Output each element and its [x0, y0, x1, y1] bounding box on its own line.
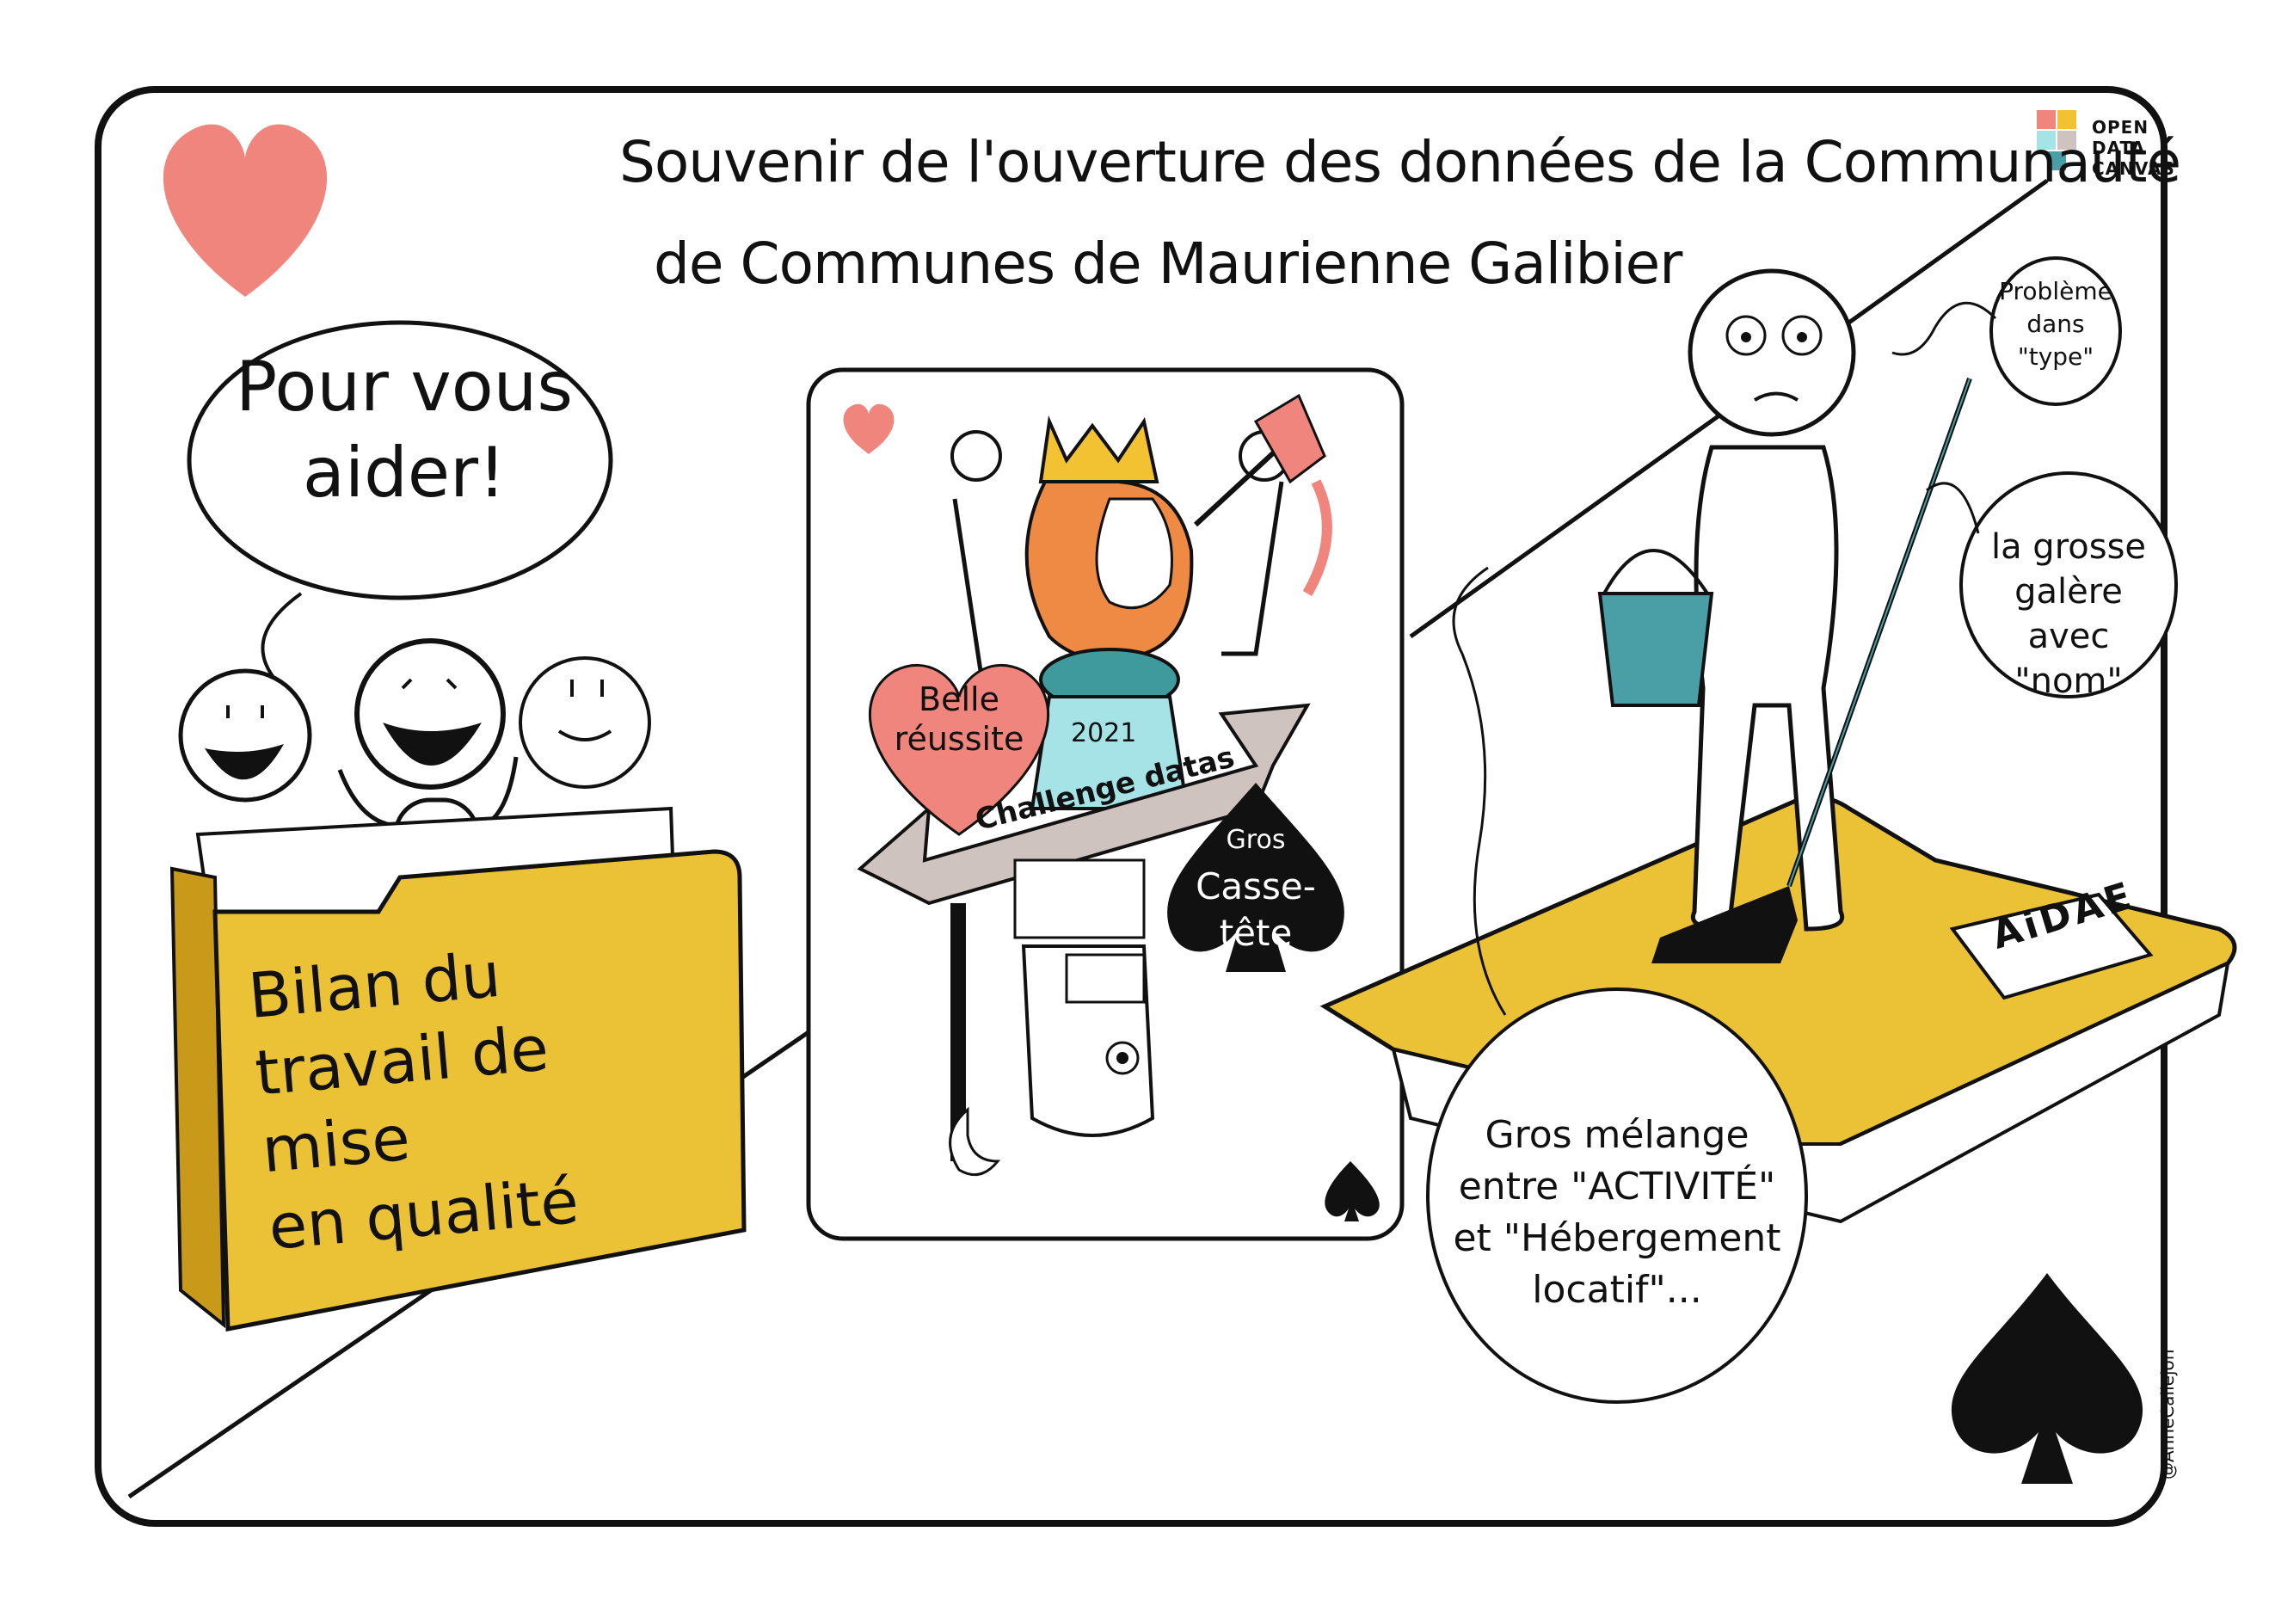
heart-badge-text: Belle réussite	[869, 680, 1049, 759]
thought-bottom-line2: entre "ACTIVITÉ"	[1458, 1165, 1776, 1209]
character-left-head	[178, 668, 312, 803]
page-title-line1: Souvenir de l'ouverture des données de l…	[619, 129, 2181, 195]
heart-badge-line2: réussite	[894, 720, 1024, 758]
thought-bottom-line1: Gros mélange	[1485, 1113, 1749, 1157]
artist-signature: @AnneCallejon	[2157, 1349, 2178, 1479]
logo-line1: OPEN	[2092, 117, 2149, 138]
speech-line2: aider!	[302, 433, 507, 513]
thought-top-text: Problème dans "type"	[1995, 275, 2116, 373]
thought-middle-line3: "nom"	[2014, 661, 2123, 701]
worried-character-head	[1688, 268, 1856, 437]
spade-badge-line1: Gros	[1226, 825, 1286, 855]
bucket-icon	[1597, 592, 1714, 707]
thought-middle-line1: la grosse	[1990, 527, 2147, 567]
heart-badge-line1: Belle	[919, 680, 999, 718]
thought-top-line3: "type"	[2017, 342, 2094, 371]
spade-badge-text: Gros Casse-tête	[1170, 817, 1342, 957]
logo-text: OPEN DATA CANVAS	[2092, 117, 2175, 179]
thought-bottom-line4: locatif"...	[1532, 1268, 1702, 1312]
thought-top-line2: dans	[2026, 310, 2085, 338]
spade-icon	[1951, 1273, 2143, 1484]
thought-top-line1: Problème	[1999, 277, 2112, 305]
thought-middle-text: la grosse galère avec "nom"	[1970, 525, 2168, 704]
speech-line1: Pour vous	[235, 347, 574, 427]
page-title-line2: de Communes de Maurienne Galibier	[654, 231, 1682, 297]
folder-label: Bilan du travail de mise en qualité	[245, 919, 717, 1266]
spade-badge-line2: Casse-tête	[1196, 865, 1316, 954]
speech-bubble-left-text: Pour vous aider!	[232, 344, 576, 516]
heart-icon	[163, 124, 328, 297]
card-year: 2021	[1071, 718, 1137, 748]
logo-line3: CANVAS	[2092, 158, 2175, 179]
thought-bottom-text: Gros mélange entre "ACTIVITÉ" et "Héberg…	[1445, 1110, 1789, 1316]
logo-line2: DATA	[2092, 138, 2146, 158]
thought-middle-line2: galère avec	[2014, 572, 2123, 656]
thought-bottom-line3: et "Hébergement	[1453, 1216, 1781, 1260]
bubble-tail	[261, 592, 303, 681]
character-right-head	[519, 656, 651, 789]
